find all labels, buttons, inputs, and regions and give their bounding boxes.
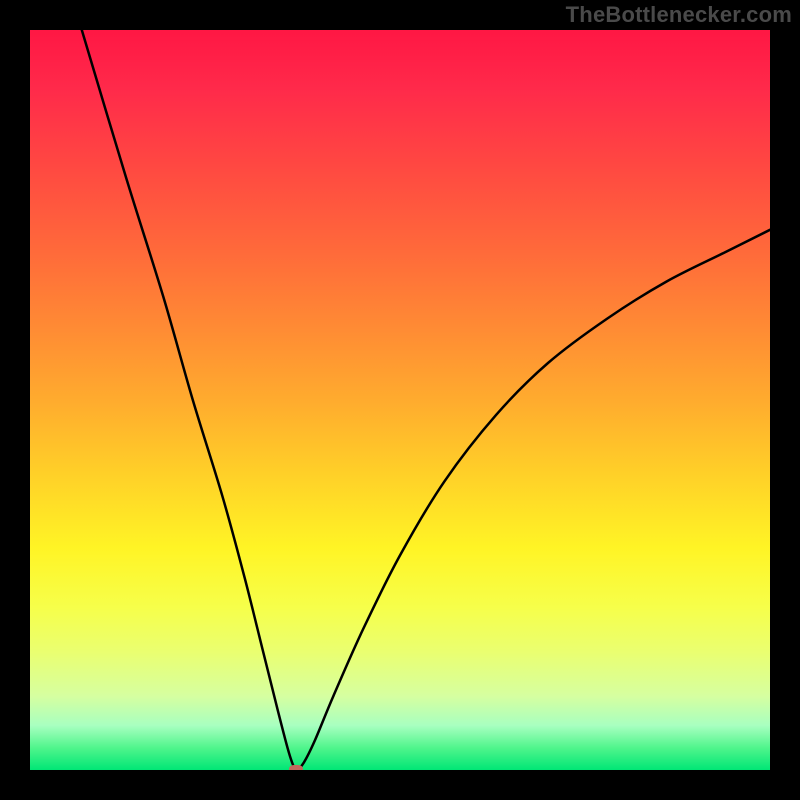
bottleneck-curve	[30, 30, 770, 770]
chart-frame: TheBottlenecker.com	[0, 0, 800, 800]
watermark-text: TheBottlenecker.com	[566, 2, 792, 28]
optimum-marker	[289, 765, 303, 770]
plot-area	[30, 30, 770, 770]
